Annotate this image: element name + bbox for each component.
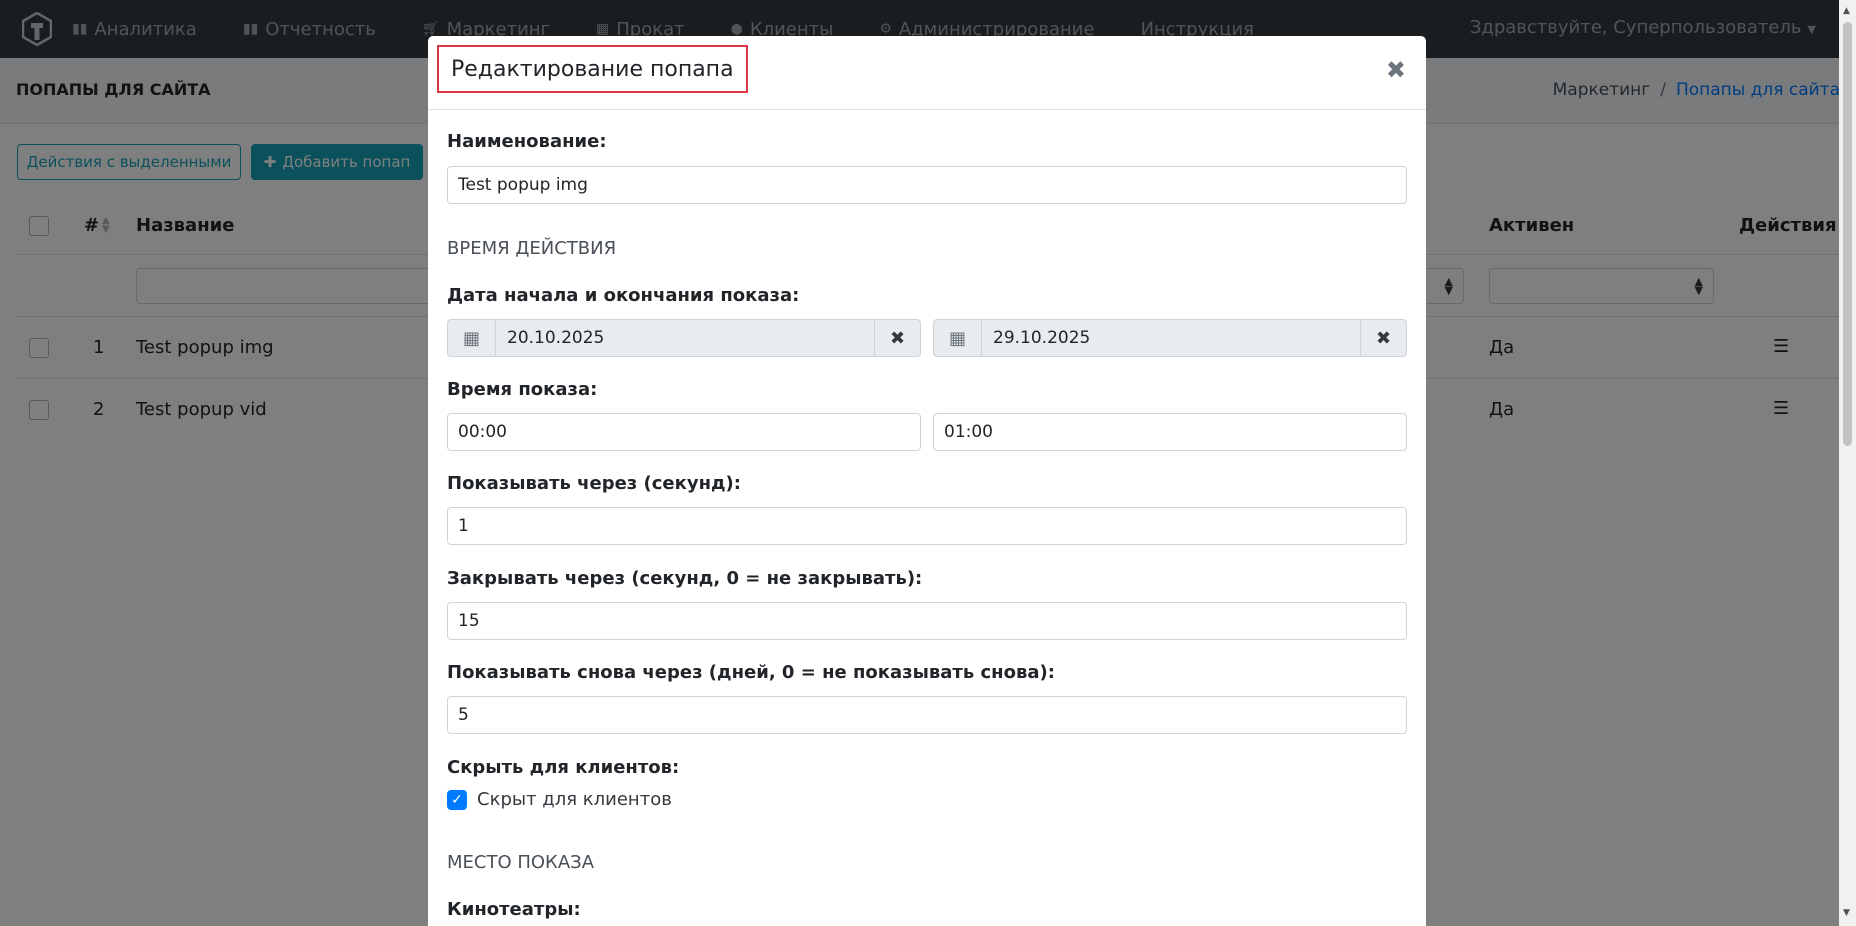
close-icon[interactable]: ✖ (1386, 56, 1406, 84)
section-place-heading: МЕСТО ПОКАЗА (447, 852, 595, 873)
close-after-input[interactable]: 15 (447, 602, 1407, 640)
clear-icon[interactable]: ✖ (874, 320, 920, 356)
date-end-input[interactable]: 29.10.2025 (982, 320, 1360, 356)
hide-clients-checkbox-label[interactable]: Скрыт для клиентов (477, 789, 672, 810)
scrollbar[interactable]: ▲ ▼ (1839, 0, 1856, 926)
show-again-input[interactable]: 5 (447, 696, 1407, 734)
show-after-label: Показывать через (секунд): (447, 473, 741, 494)
show-after-input[interactable]: 1 (447, 507, 1407, 545)
name-label: Наименование: (447, 131, 607, 152)
calendar-icon[interactable]: ▦ (934, 320, 982, 356)
hide-clients-row: ✓ Скрыт для клиентов (447, 789, 672, 810)
section-time-heading: ВРЕМЯ ДЕЙСТВИЯ (447, 238, 617, 259)
dates-label: Дата начала и окончания показа: (447, 285, 800, 306)
time-start-input[interactable]: 00:00 (447, 413, 921, 451)
modal-title: Редактирование попапа (437, 45, 748, 93)
date-end-group: ▦ 29.10.2025 ✖ (933, 319, 1407, 357)
cinemas-label: Кинотеатры: (447, 899, 581, 920)
date-start-group: ▦ 20.10.2025 ✖ (447, 319, 921, 357)
time-end-input[interactable]: 01:00 (933, 413, 1407, 451)
edit-popup-modal: Редактирование попапа ✖ Наименование: Te… (428, 36, 1426, 926)
scroll-up-arrow-icon[interactable]: ▲ (1843, 6, 1850, 16)
name-input[interactable]: Test popup img (447, 166, 1407, 204)
time-label: Время показа: (447, 379, 598, 400)
modal-header: Редактирование попапа ✖ (428, 36, 1426, 110)
scrollbar-thumb[interactable] (1843, 22, 1852, 446)
date-start-input[interactable]: 20.10.2025 (496, 320, 874, 356)
hide-clients-checkbox[interactable]: ✓ (447, 789, 467, 810)
show-again-label: Показывать снова через (дней, 0 = не пок… (447, 662, 1055, 683)
scroll-down-arrow-icon[interactable]: ▼ (1843, 908, 1850, 918)
clear-icon[interactable]: ✖ (1360, 320, 1406, 356)
calendar-icon[interactable]: ▦ (448, 320, 496, 356)
hide-clients-label: Скрыть для клиентов: (447, 757, 680, 778)
close-after-label: Закрывать через (секунд, 0 = не закрыват… (447, 568, 923, 589)
